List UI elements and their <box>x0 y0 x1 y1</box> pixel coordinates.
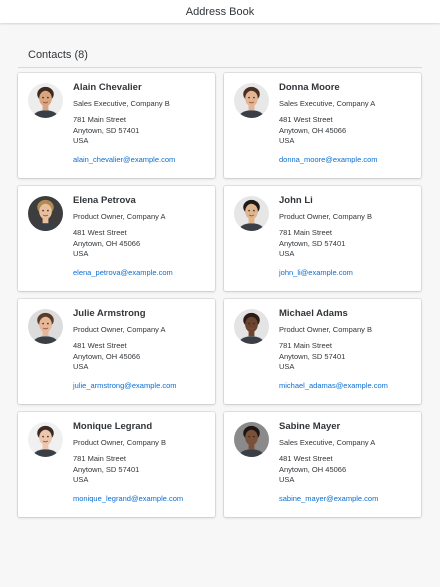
contact-country: USA <box>279 362 295 371</box>
portrait-image <box>28 422 63 457</box>
app-header: Address Book <box>0 0 440 23</box>
contact-street: 481 West Street <box>73 228 127 237</box>
contacts-grid: Alain Chevalier Sales Executive, Company… <box>18 73 422 517</box>
contact-card[interactable]: Julie Armstrong Product Owner, Company A… <box>18 299 215 404</box>
portrait-image <box>234 83 269 118</box>
contact-street: 781 Main Street <box>73 115 126 124</box>
portrait-image <box>28 196 63 231</box>
contact-title: Product Owner, Company B <box>279 325 372 334</box>
contact-country: USA <box>279 136 295 145</box>
contact-email-link[interactable]: monique_legrand@example.com <box>73 494 209 504</box>
contact-city: Anytown, OH 45066 <box>73 351 141 361</box>
contact-city: Anytown, OH 45066 <box>279 125 347 135</box>
contact-city: Anytown, SD 57401 <box>73 464 140 474</box>
contact-card[interactable]: Michael Adams Product Owner, Company B 7… <box>224 299 421 404</box>
contact-city: Anytown, SD 57401 <box>73 125 140 135</box>
contact-name: John Li <box>279 195 313 206</box>
contact-email-link[interactable]: donna_moore@example.com <box>279 155 415 165</box>
contact-country: USA <box>279 249 295 258</box>
avatar <box>234 196 269 231</box>
contact-title: Sales Executive, Company A <box>279 438 376 447</box>
contact-country: USA <box>73 362 89 371</box>
avatar <box>28 196 63 231</box>
section-divider <box>18 67 422 68</box>
avatar <box>28 83 63 118</box>
contact-title: Product Owner, Company B <box>279 212 372 221</box>
contact-country: USA <box>73 475 89 484</box>
contact-email-link[interactable]: john_li@example.com <box>279 268 415 278</box>
avatar <box>234 83 269 118</box>
contact-card[interactable]: Alain Chevalier Sales Executive, Company… <box>18 73 215 178</box>
page-title: Address Book <box>185 5 255 18</box>
contact-email-link[interactable]: elena_petrova@example.com <box>73 268 209 278</box>
contacts-heading: Contacts (8) <box>28 49 88 61</box>
contact-city: Anytown, SD 57401 <box>279 351 346 361</box>
contact-name: Alain Chevalier <box>73 82 142 93</box>
contact-email-link[interactable]: julie_armstrong@example.com <box>73 381 209 391</box>
portrait-image <box>234 422 269 457</box>
contact-street: 481 West Street <box>73 341 127 350</box>
avatar <box>28 422 63 457</box>
contact-city: Anytown, OH 45066 <box>279 464 347 474</box>
contact-city: Anytown, OH 45066 <box>73 238 141 248</box>
contact-name: Elena Petrova <box>73 195 136 206</box>
contact-street: 481 West Street <box>279 115 333 124</box>
contact-title: Product Owner, Company A <box>73 325 166 334</box>
contact-email-link[interactable]: alain_chevalier@example.com <box>73 155 209 165</box>
contact-email-link[interactable]: sabine_mayer@example.com <box>279 494 415 504</box>
contact-title: Sales Executive, Company A <box>279 99 376 108</box>
contact-street: 781 Main Street <box>279 341 332 350</box>
portrait-image <box>28 309 63 344</box>
contact-card[interactable]: Donna Moore Sales Executive, Company A 4… <box>224 73 421 178</box>
contact-name: Michael Adams <box>279 308 348 319</box>
contact-name: Julie Armstrong <box>73 308 146 319</box>
contact-card[interactable]: Elena Petrova Product Owner, Company A 4… <box>18 186 215 291</box>
contact-country: USA <box>73 249 89 258</box>
contact-street: 481 West Street <box>279 454 333 463</box>
avatar <box>28 309 63 344</box>
contact-title: Product Owner, Company A <box>73 212 166 221</box>
contact-email-link[interactable]: michael_adamas@example.com <box>279 381 415 391</box>
portrait-image <box>234 196 269 231</box>
contact-name: Sabine Mayer <box>279 421 341 432</box>
contact-title: Product Owner, Company B <box>73 438 166 447</box>
contact-street: 781 Main Street <box>279 228 332 237</box>
contact-street: 781 Main Street <box>73 454 126 463</box>
portrait-image <box>234 309 269 344</box>
contact-card[interactable]: Sabine Mayer Sales Executive, Company A … <box>224 412 421 517</box>
contact-city: Anytown, SD 57401 <box>279 238 346 248</box>
contact-name: Monique Legrand <box>73 421 153 432</box>
avatar <box>234 309 269 344</box>
avatar <box>234 422 269 457</box>
portrait-image <box>28 83 63 118</box>
contact-title: Sales Executive, Company B <box>73 99 170 108</box>
contact-card[interactable]: Monique Legrand Product Owner, Company B… <box>18 412 215 517</box>
contact-card[interactable]: John Li Product Owner, Company B 781 Mai… <box>224 186 421 291</box>
contact-name: Donna Moore <box>279 82 340 93</box>
contact-country: USA <box>73 136 89 145</box>
contact-country: USA <box>279 475 295 484</box>
